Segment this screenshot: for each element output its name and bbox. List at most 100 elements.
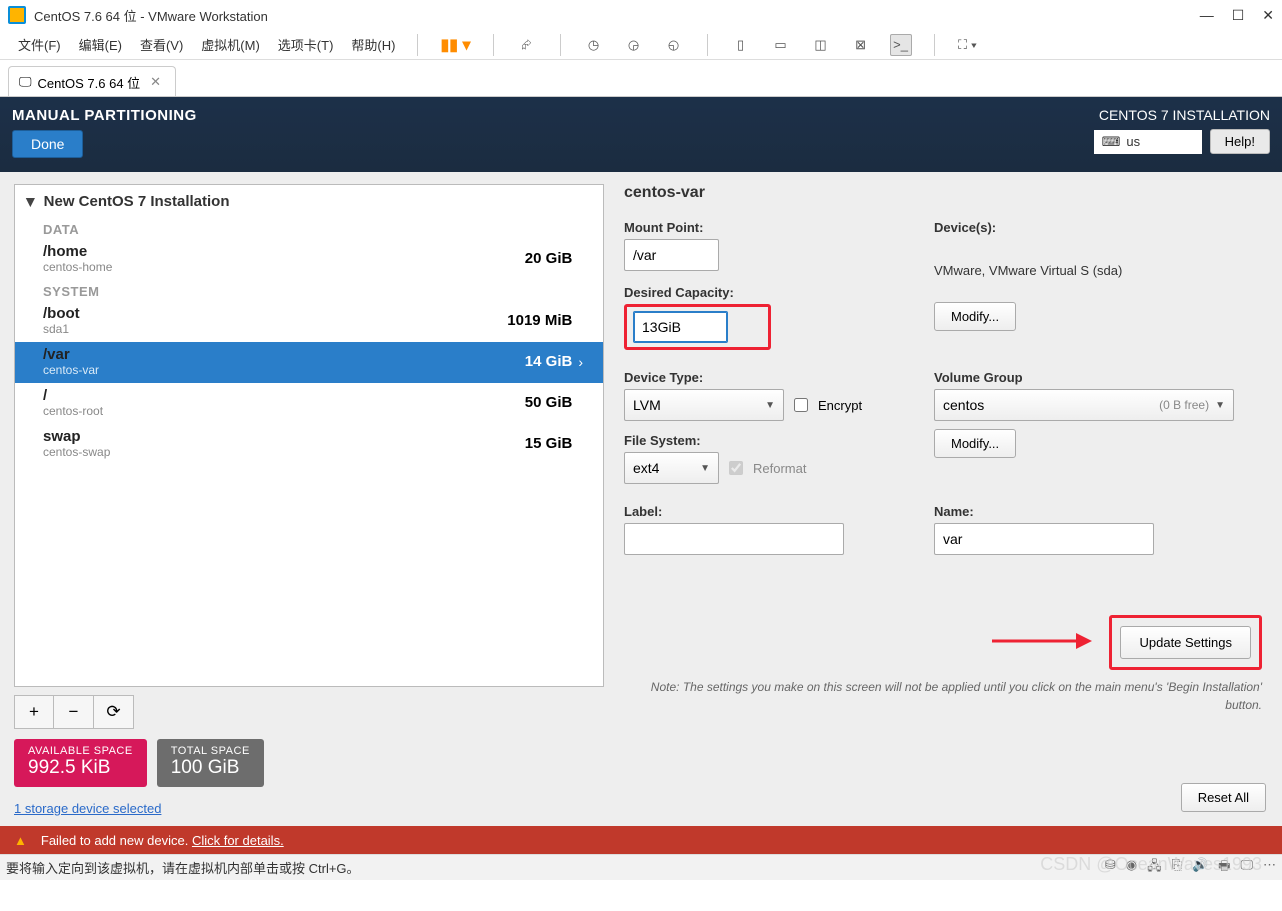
- chevron-down-icon: ▼: [700, 463, 710, 474]
- device-type-label: Device Type:: [624, 370, 904, 385]
- desired-capacity-label: Desired Capacity:: [624, 285, 904, 300]
- send-ctrl-alt-del-icon[interactable]: ⮳: [516, 34, 538, 56]
- update-settings-button[interactable]: Update Settings: [1120, 626, 1251, 659]
- vmware-status-bar: 要将输入定向到该虚拟机，请在虚拟机内部单击或按 Ctrl+G。 ⛁ ◉ 🖧 ⎘ …: [0, 854, 1282, 880]
- window-title: CentOS 7.6 64 位 - VMware Workstation: [34, 6, 1200, 25]
- disk-icon[interactable]: ⛁: [1105, 857, 1116, 879]
- vmware-tabs: 🖵 CentOS 7.6 64 位 ✕: [0, 60, 1282, 96]
- vmware-icon: [8, 6, 26, 24]
- devices-text: VMware, VMware Virtual S (sda): [934, 263, 1262, 278]
- chevron-down-icon: ▼: [765, 400, 775, 411]
- error-bar[interactable]: ▲ Failed to add new device. Click for de…: [0, 826, 1282, 854]
- partition-list: ▶ New CentOS 7 Installation DATA /homece…: [14, 184, 604, 687]
- snapshot-icon[interactable]: ◷: [583, 34, 605, 56]
- view-unity-icon[interactable]: ◫: [810, 34, 832, 56]
- reformat-checkbox: [729, 461, 743, 475]
- view-unity-off-icon[interactable]: ⊠: [850, 34, 872, 56]
- name-label: Name:: [934, 504, 1262, 519]
- modify-devices-button[interactable]: Modify...: [934, 302, 1016, 331]
- tab-label: CentOS 7.6 64 位: [38, 73, 141, 92]
- device-type-select[interactable]: LVM▼: [624, 389, 784, 421]
- close-button[interactable]: ✕: [1262, 7, 1274, 24]
- view-single-icon[interactable]: ▯: [730, 34, 752, 56]
- mount-point-input[interactable]: [624, 239, 719, 271]
- mount-point-label: Mount Point:: [624, 220, 904, 235]
- vm-tab-centos[interactable]: 🖵 CentOS 7.6 64 位 ✕: [8, 66, 176, 96]
- error-details-link[interactable]: Click for details.: [192, 833, 284, 848]
- label-label: Label:: [624, 504, 904, 519]
- printer-icon[interactable]: 🖶: [1218, 857, 1230, 879]
- name-input[interactable]: [934, 523, 1154, 555]
- maximize-button[interactable]: ☐: [1232, 7, 1245, 24]
- menu-tabs[interactable]: 选项卡(T): [278, 35, 334, 54]
- menu-vm[interactable]: 虚拟机(M): [201, 35, 260, 54]
- installer-header: MANUAL PARTITIONING Done CENTOS 7 INSTAL…: [0, 97, 1282, 172]
- page-title: MANUAL PARTITIONING: [12, 107, 1094, 124]
- settings-note: Note: The settings you make on this scre…: [624, 678, 1262, 714]
- usb-icon[interactable]: ⎘: [1172, 857, 1182, 879]
- available-space-box: AVAILABLE SPACE 992.5 KiB: [14, 739, 147, 787]
- total-space-box: TOTAL SPACE 100 GiB: [157, 739, 264, 787]
- desired-capacity-input[interactable]: [633, 311, 728, 343]
- chevron-down-icon: ▼: [1215, 400, 1225, 411]
- snapshot-manager-icon[interactable]: ◵: [663, 34, 685, 56]
- display-icon[interactable]: 🖵: [1240, 857, 1253, 879]
- vmware-menubar: 文件(F) 编辑(E) 查看(V) 虚拟机(M) 选项卡(T) 帮助(H) ▮▮…: [0, 30, 1282, 60]
- pause-icon[interactable]: ▮▮ ▾: [440, 35, 470, 55]
- volume-group-label: Volume Group: [934, 370, 1262, 385]
- partition-item-root[interactable]: /centos-root 50 GiB›: [15, 383, 603, 424]
- menu-view[interactable]: 查看(V): [140, 35, 183, 54]
- keyboard-layout-label: us: [1126, 134, 1140, 149]
- refresh-partition-button[interactable]: ⟳: [94, 695, 134, 729]
- partition-list-heading[interactable]: ▶ New CentOS 7 Installation: [15, 185, 603, 218]
- storage-devices-link[interactable]: 1 storage device selected: [14, 801, 604, 816]
- error-message: Failed to add new device.: [41, 833, 188, 848]
- sound-icon[interactable]: 🔊: [1192, 857, 1208, 879]
- partition-item-boot[interactable]: /bootsda1 1019 MiB›: [15, 301, 603, 342]
- vmware-titlebar: CentOS 7.6 64 位 - VMware Workstation — ☐…: [0, 0, 1282, 30]
- reset-all-button[interactable]: Reset All: [1181, 783, 1266, 812]
- minimize-button[interactable]: —: [1200, 7, 1214, 24]
- anaconda-installer: MANUAL PARTITIONING Done CENTOS 7 INSTAL…: [0, 96, 1282, 854]
- keyboard-layout-selector[interactable]: ⌨ us: [1094, 130, 1202, 154]
- file-system-label: File System:: [624, 433, 904, 448]
- caret-down-icon: ▶: [25, 198, 38, 206]
- installer-body: ▶ New CentOS 7 Installation DATA /homece…: [0, 172, 1282, 826]
- arrow-icon: [992, 629, 1092, 653]
- add-partition-button[interactable]: +: [14, 695, 54, 729]
- reformat-label: Reformat: [753, 461, 806, 476]
- encrypt-checkbox[interactable]: [794, 398, 808, 412]
- modify-vg-button[interactable]: Modify...: [934, 429, 1016, 458]
- encrypt-label: Encrypt: [818, 398, 862, 413]
- partition-item-home[interactable]: /homecentos-home 20 GiB›: [15, 239, 603, 280]
- monitor-icon: 🖵: [19, 74, 32, 90]
- partition-item-swap[interactable]: swapcentos-swap 15 GiB›: [15, 424, 603, 465]
- partition-item-var[interactable]: /varcentos-var 14 GiB›: [15, 342, 603, 383]
- view-console-icon[interactable]: >_: [890, 34, 912, 56]
- help-button[interactable]: Help!: [1210, 129, 1270, 154]
- install-title: CENTOS 7 INSTALLATION: [1094, 107, 1270, 123]
- label-input[interactable]: [624, 523, 844, 555]
- snapshot-revert-icon[interactable]: ◶: [623, 34, 645, 56]
- cd-icon[interactable]: ◉: [1126, 857, 1137, 879]
- section-data: DATA: [15, 218, 603, 239]
- status-message: 要将输入定向到该虚拟机，请在虚拟机内部单击或按 Ctrl+G。: [6, 858, 360, 877]
- file-system-select[interactable]: ext4▼: [624, 452, 719, 484]
- menu-file[interactable]: 文件(F): [18, 35, 61, 54]
- done-button[interactable]: Done: [12, 130, 83, 158]
- menu-help[interactable]: 帮助(H): [351, 35, 395, 54]
- warning-icon: ▲: [14, 833, 27, 848]
- tab-close-icon[interactable]: ✕: [150, 74, 161, 90]
- remove-partition-button[interactable]: −: [54, 695, 94, 729]
- network-icon[interactable]: 🖧: [1147, 857, 1162, 879]
- capacity-highlight: [624, 304, 771, 350]
- fullscreen-icon[interactable]: ⛶ ▾: [957, 34, 979, 56]
- menu-edit[interactable]: 编辑(E): [79, 35, 122, 54]
- chevron-right-icon: ›: [578, 354, 583, 370]
- volume-group-select[interactable]: centos (0 B free) ▼: [934, 389, 1234, 421]
- more-icon[interactable]: ⋯: [1263, 857, 1276, 879]
- update-highlight: Update Settings: [1109, 615, 1262, 670]
- section-system: SYSTEM: [15, 280, 603, 301]
- view-split-icon[interactable]: ▭: [770, 34, 792, 56]
- devices-label: Device(s):: [934, 220, 1262, 235]
